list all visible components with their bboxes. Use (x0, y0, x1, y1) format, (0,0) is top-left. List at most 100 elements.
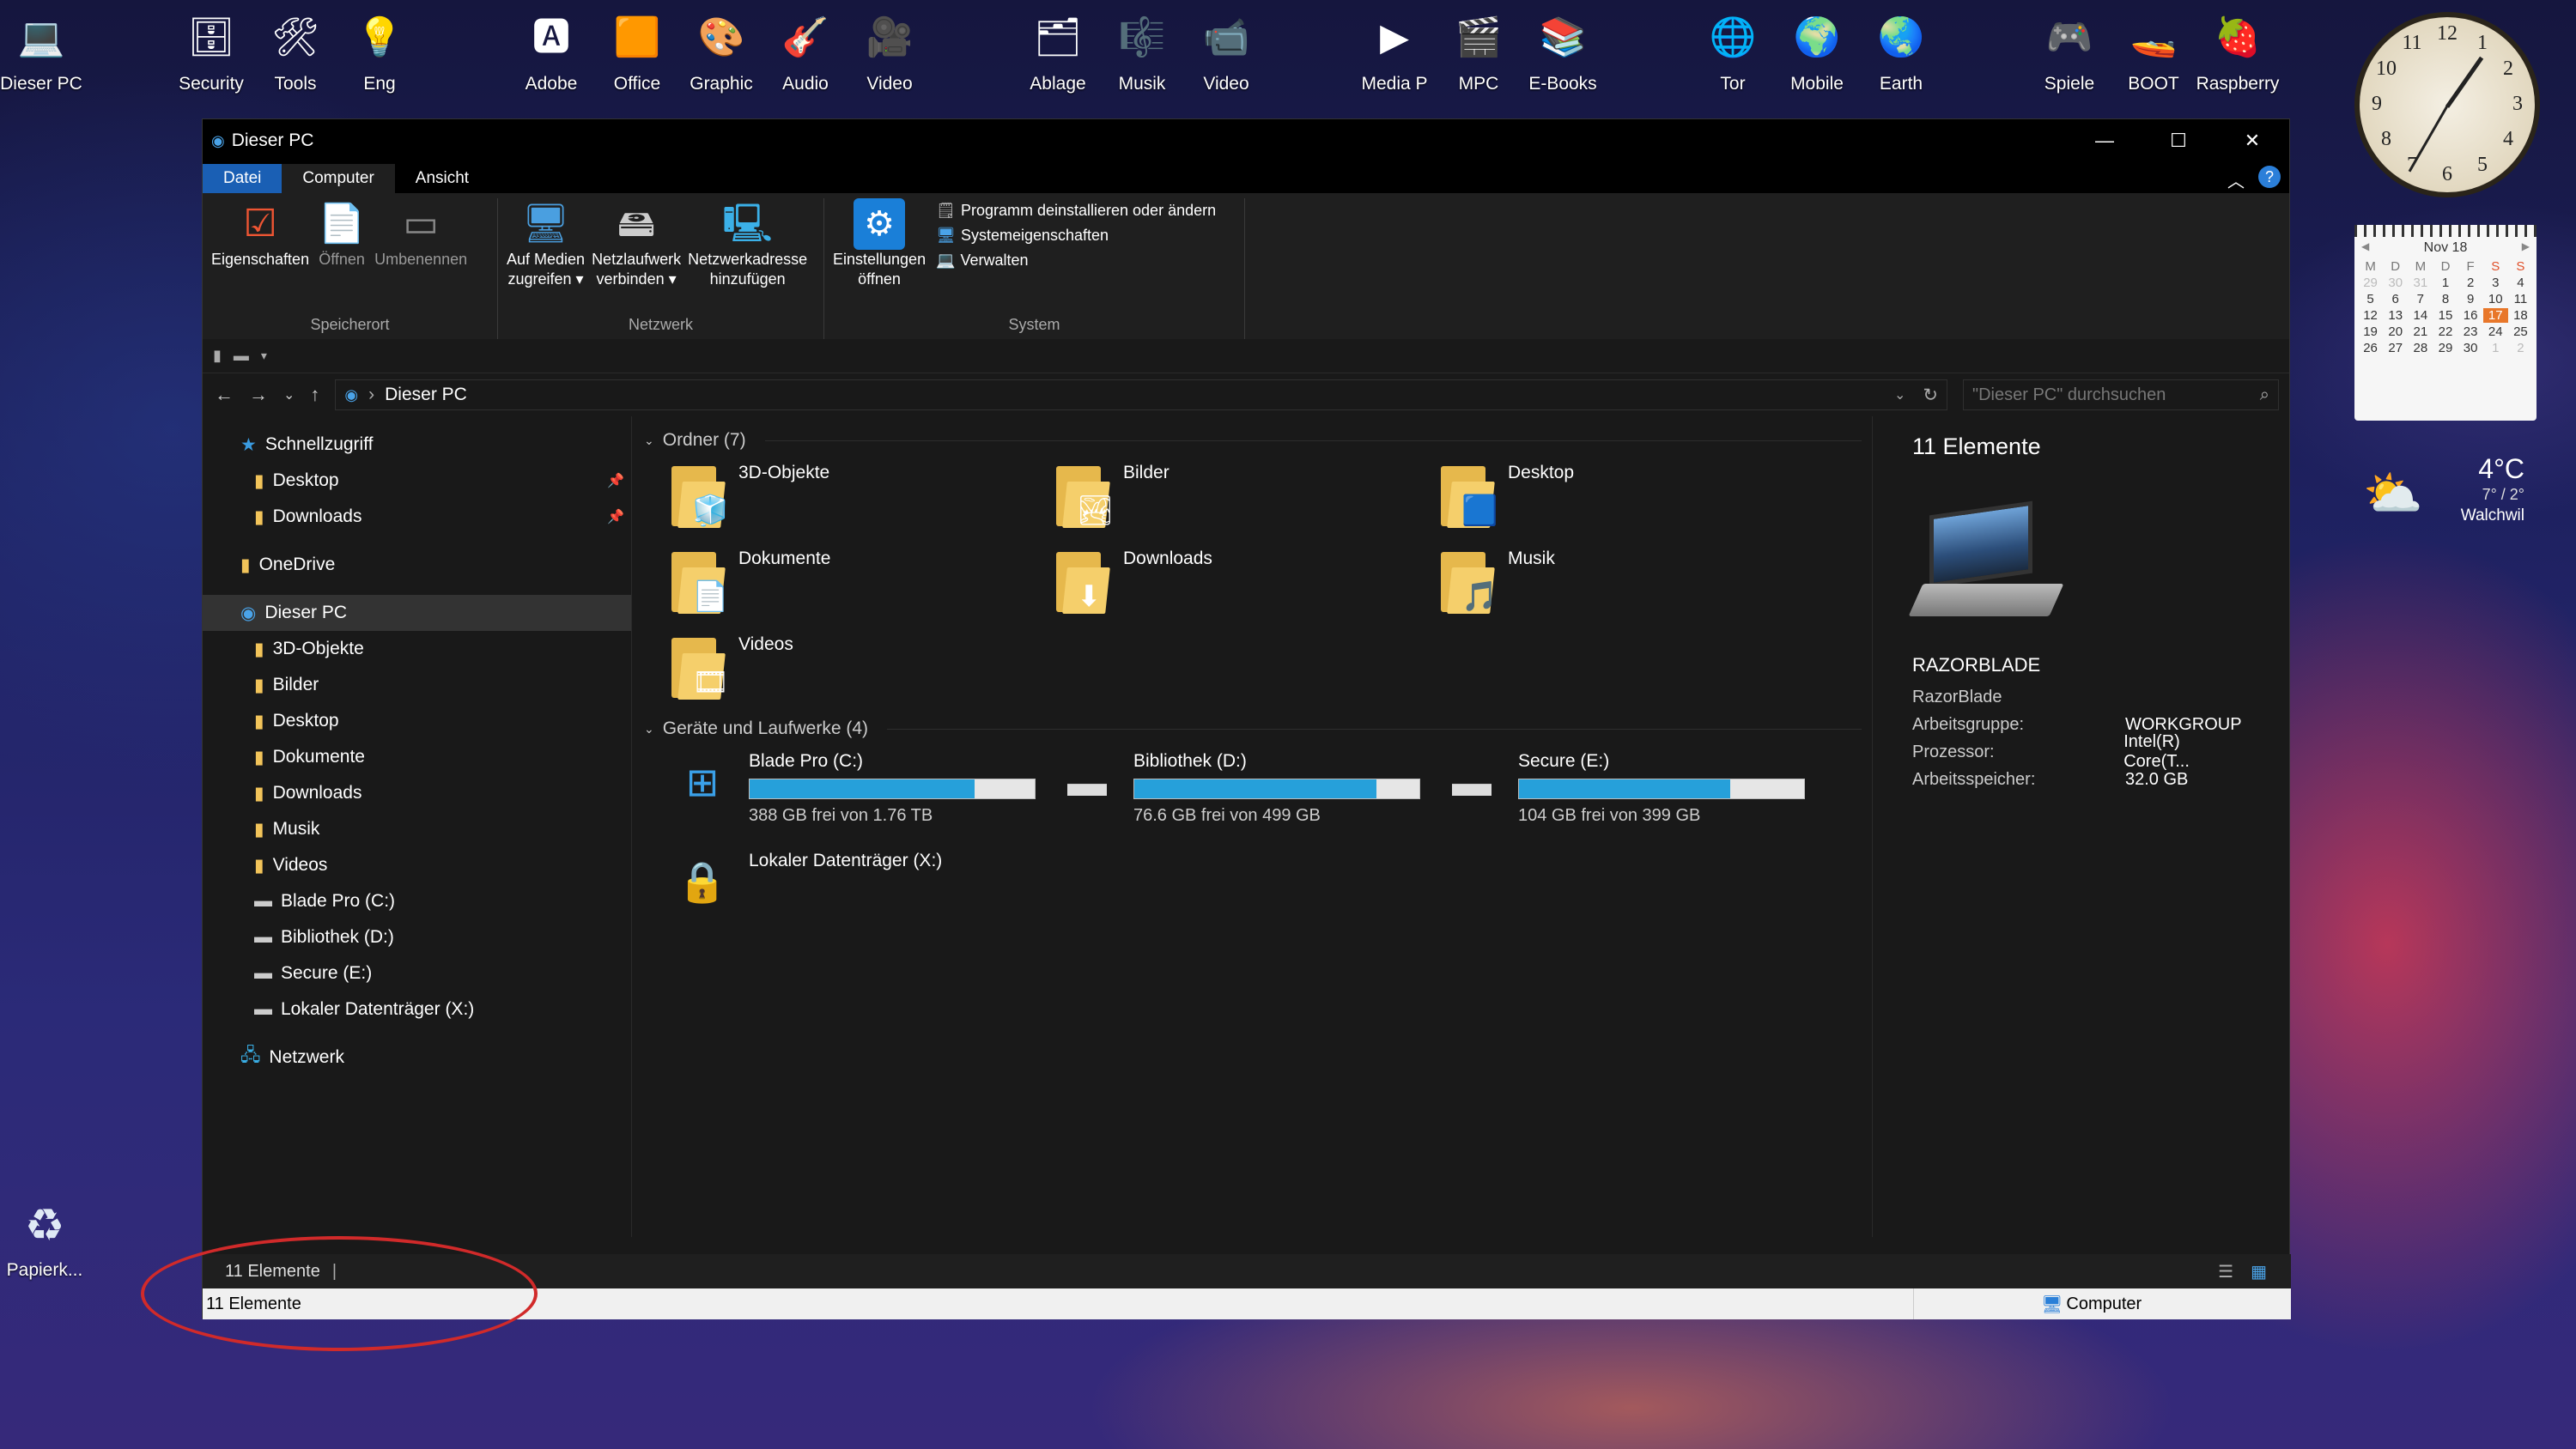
calendar-day[interactable]: 30 (2383, 276, 2408, 290)
programm-deinstallieren-button[interactable]: 🗒 Programm deinstallieren oder ändern (936, 202, 1216, 220)
calendar-day[interactable]: 5 (2358, 292, 2383, 306)
desktop-icon-eng[interactable]: 💡 Eng (338, 3, 421, 94)
pin-icon[interactable]: 📌 (607, 508, 624, 525)
folder-item-musik[interactable]: 🎵 Musik (1437, 542, 1822, 627)
calendar-day[interactable]: 22 (2433, 324, 2458, 339)
calendar-day[interactable]: 21 (2408, 324, 2433, 339)
desktop-icon-media-p[interactable]: ▶ Media P (1353, 3, 1436, 94)
breadcrumb-dieser-pc[interactable]: Dieser PC (385, 385, 467, 405)
oeffnen-button[interactable]: 📄 Öffnen (313, 198, 371, 316)
nav-item-blade-pro-c-[interactable]: ▬ Blade Pro (C:) (203, 883, 631, 919)
new-folder-small-icon[interactable]: ▬ (234, 347, 249, 365)
calendar-day[interactable]: 10 (2483, 292, 2508, 306)
nav-item-videos[interactable]: ▮ Videos (203, 847, 631, 883)
drive-item[interactable]: ▬ Secure (E:) 104 GB frei von 399 GB (1437, 744, 1822, 844)
maximize-button[interactable]: ☐ (2142, 130, 2215, 152)
desktop-icon-mobile[interactable]: 🌍 Mobile (1776, 3, 1858, 94)
calendar-day[interactable]: 16 (2458, 308, 2483, 323)
tiles-view-icon[interactable]: ▦ (2251, 1261, 2267, 1282)
einstellungen-button[interactable]: ⚙ Einstellungen öffnen (829, 198, 929, 316)
folder-item-desktop[interactable]: 🟦 Desktop (1437, 456, 1822, 542)
calendar-day[interactable]: 18 (2508, 308, 2533, 323)
medien-button[interactable]: 🖥 Auf Medien zugreifen ▾ (503, 198, 588, 316)
calendar-day[interactable]: 19 (2358, 324, 2383, 339)
customize-dropdown-icon[interactable]: ▾ (261, 349, 267, 363)
folder-item-bilder[interactable]: 🏞 Bilder (1053, 456, 1437, 542)
details-view-icon[interactable]: ☰ (2218, 1261, 2233, 1282)
drive-item[interactable]: ⊞ Blade Pro (C:) 388 GB frei von 1.76 TB (668, 744, 1053, 844)
calendar-day[interactable]: 8 (2433, 292, 2458, 306)
title-bar[interactable]: ◉ Dieser PC — ☐ ✕ (203, 119, 2289, 162)
nav-item-downloads[interactable]: ▮ Downloads 📌 (203, 499, 631, 535)
desktop-icon-e-books[interactable]: 📚 E-Books (1522, 3, 1604, 94)
calendar-day[interactable]: 31 (2408, 276, 2433, 290)
calendar-prev-button[interactable]: ◀ (2361, 240, 2369, 256)
calendar-day[interactable]: 30 (2458, 341, 2483, 355)
calendar-day[interactable]: 25 (2508, 324, 2533, 339)
calendar-day[interactable]: 1 (2483, 341, 2508, 355)
desktop-icon-adobe[interactable]: 🅰 Adobe (510, 3, 592, 94)
calendar-day[interactable]: 27 (2383, 341, 2408, 355)
calendar-day[interactable]: 29 (2358, 276, 2383, 290)
calendar-day[interactable]: 6 (2383, 292, 2408, 306)
minimize-button[interactable]: — (2068, 130, 2142, 152)
desktop-icon-recycle-bin[interactable]: ♻ Papierk... (3, 1191, 86, 1281)
calendar-day[interactable]: 26 (2358, 341, 2383, 355)
nav-item-bibliothek-d-[interactable]: ▬ Bibliothek (D:) (203, 919, 631, 955)
desktop-icon-tools[interactable]: 🛠 Tools (254, 3, 337, 94)
desktop-icon-earth[interactable]: 🌏 Earth (1860, 3, 1942, 94)
section-ordner[interactable]: ⌄ Ordner (7) (634, 425, 1872, 456)
calendar-day[interactable]: 7 (2408, 292, 2433, 306)
desktop-icon-dieser-pc[interactable]: 💻 Dieser PC (0, 3, 82, 94)
calendar-day[interactable]: 17 (2482, 308, 2508, 323)
drive-item-x[interactable]: 🔒 Lokaler Datenträger (X:) (668, 844, 1053, 943)
verwalten-button[interactable]: 💻 Verwalten (936, 252, 1216, 270)
nav-item-bilder[interactable]: ▮ Bilder (203, 667, 631, 703)
nav-item-musik[interactable]: ▮ Musik (203, 811, 631, 847)
calendar-day[interactable]: 14 (2408, 308, 2433, 323)
calendar-next-button[interactable]: ▶ (2522, 240, 2530, 256)
netzlaufwerk-button[interactable]: 🖴 Netzlaufwerk verbinden ▾ (588, 198, 684, 316)
help-icon[interactable]: ? (2258, 166, 2281, 188)
calendar-day[interactable]: 2 (2508, 341, 2533, 355)
desktop-icon-video[interactable]: 🎥 Video (848, 3, 931, 94)
nav-item-desktop[interactable]: ▮ Desktop (203, 703, 631, 739)
calendar-day[interactable]: 4 (2508, 276, 2533, 290)
folder-item-downloads[interactable]: ⬇ Downloads (1053, 542, 1437, 627)
search-input[interactable]: "Dieser PC" durchsuchen ⌕ (1963, 379, 2279, 410)
tab-ansicht[interactable]: Ansicht (395, 164, 489, 193)
umbenennen-button[interactable]: ▭ Umbenennen (371, 198, 471, 316)
desktop-icon-graphic[interactable]: 🎨 Graphic (680, 3, 762, 94)
nav-dieser-pc[interactable]: ◉ Dieser PC (203, 595, 631, 631)
drive-item[interactable]: ▬ Bibliothek (D:) 76.6 GB frei von 499 GB (1053, 744, 1437, 844)
calendar-day[interactable]: 28 (2408, 341, 2433, 355)
nav-item-dokumente[interactable]: ▮ Dokumente (203, 739, 631, 775)
recent-dropdown-icon[interactable]: ⌄ (283, 386, 295, 403)
desktop-icon-boot[interactable]: 🚤 BOOT (2112, 3, 2195, 94)
desktop-icon-security[interactable]: 🗄 Security (170, 3, 252, 94)
folder-item-dokumente[interactable]: 📄 Dokumente (668, 542, 1053, 627)
desktop-icon-mpc[interactable]: 🎬 MPC (1437, 3, 1520, 94)
calendar-day[interactable]: 20 (2383, 324, 2408, 339)
address-dropdown-icon[interactable]: ⌄ (1894, 386, 1905, 403)
calendar-day[interactable]: 12 (2358, 308, 2383, 323)
calendar-day[interactable]: 9 (2458, 292, 2483, 306)
nav-item-lokaler-datentr-ger-x-[interactable]: ▬ Lokaler Datenträger (X:) (203, 991, 631, 1028)
calendar-day[interactable]: 3 (2483, 276, 2508, 290)
calendar-day[interactable]: 13 (2383, 308, 2408, 323)
desktop-icon-spiele[interactable]: 🎮 Spiele (2028, 3, 2111, 94)
nav-item-desktop[interactable]: ▮ Desktop 📌 (203, 463, 631, 499)
close-button[interactable]: ✕ (2215, 130, 2289, 152)
calendar-day[interactable]: 24 (2483, 324, 2508, 339)
tab-computer[interactable]: Computer (282, 164, 395, 193)
properties-small-icon[interactable]: ▮ (213, 347, 222, 365)
desktop-icon-office[interactable]: 🟧 Office (596, 3, 678, 94)
address-bar[interactable]: ◉ › Dieser PC ⌄ ↻ (335, 379, 1947, 410)
tab-datei[interactable]: Datei (203, 164, 283, 193)
pin-icon[interactable]: 📌 (607, 472, 624, 489)
nav-schnellzugriff[interactable]: ★ Schnellzugriff (203, 427, 631, 463)
eigenschaften-button[interactable]: ☑ Eigenschaften (208, 198, 313, 316)
netzadresse-button[interactable]: 🖳 Netzwerkadresse hinzufügen (684, 198, 811, 316)
nav-netzwerk[interactable]: 🖧 Netzwerk (203, 1040, 631, 1076)
nav-item-secure-e-[interactable]: ▬ Secure (E:) (203, 955, 631, 991)
